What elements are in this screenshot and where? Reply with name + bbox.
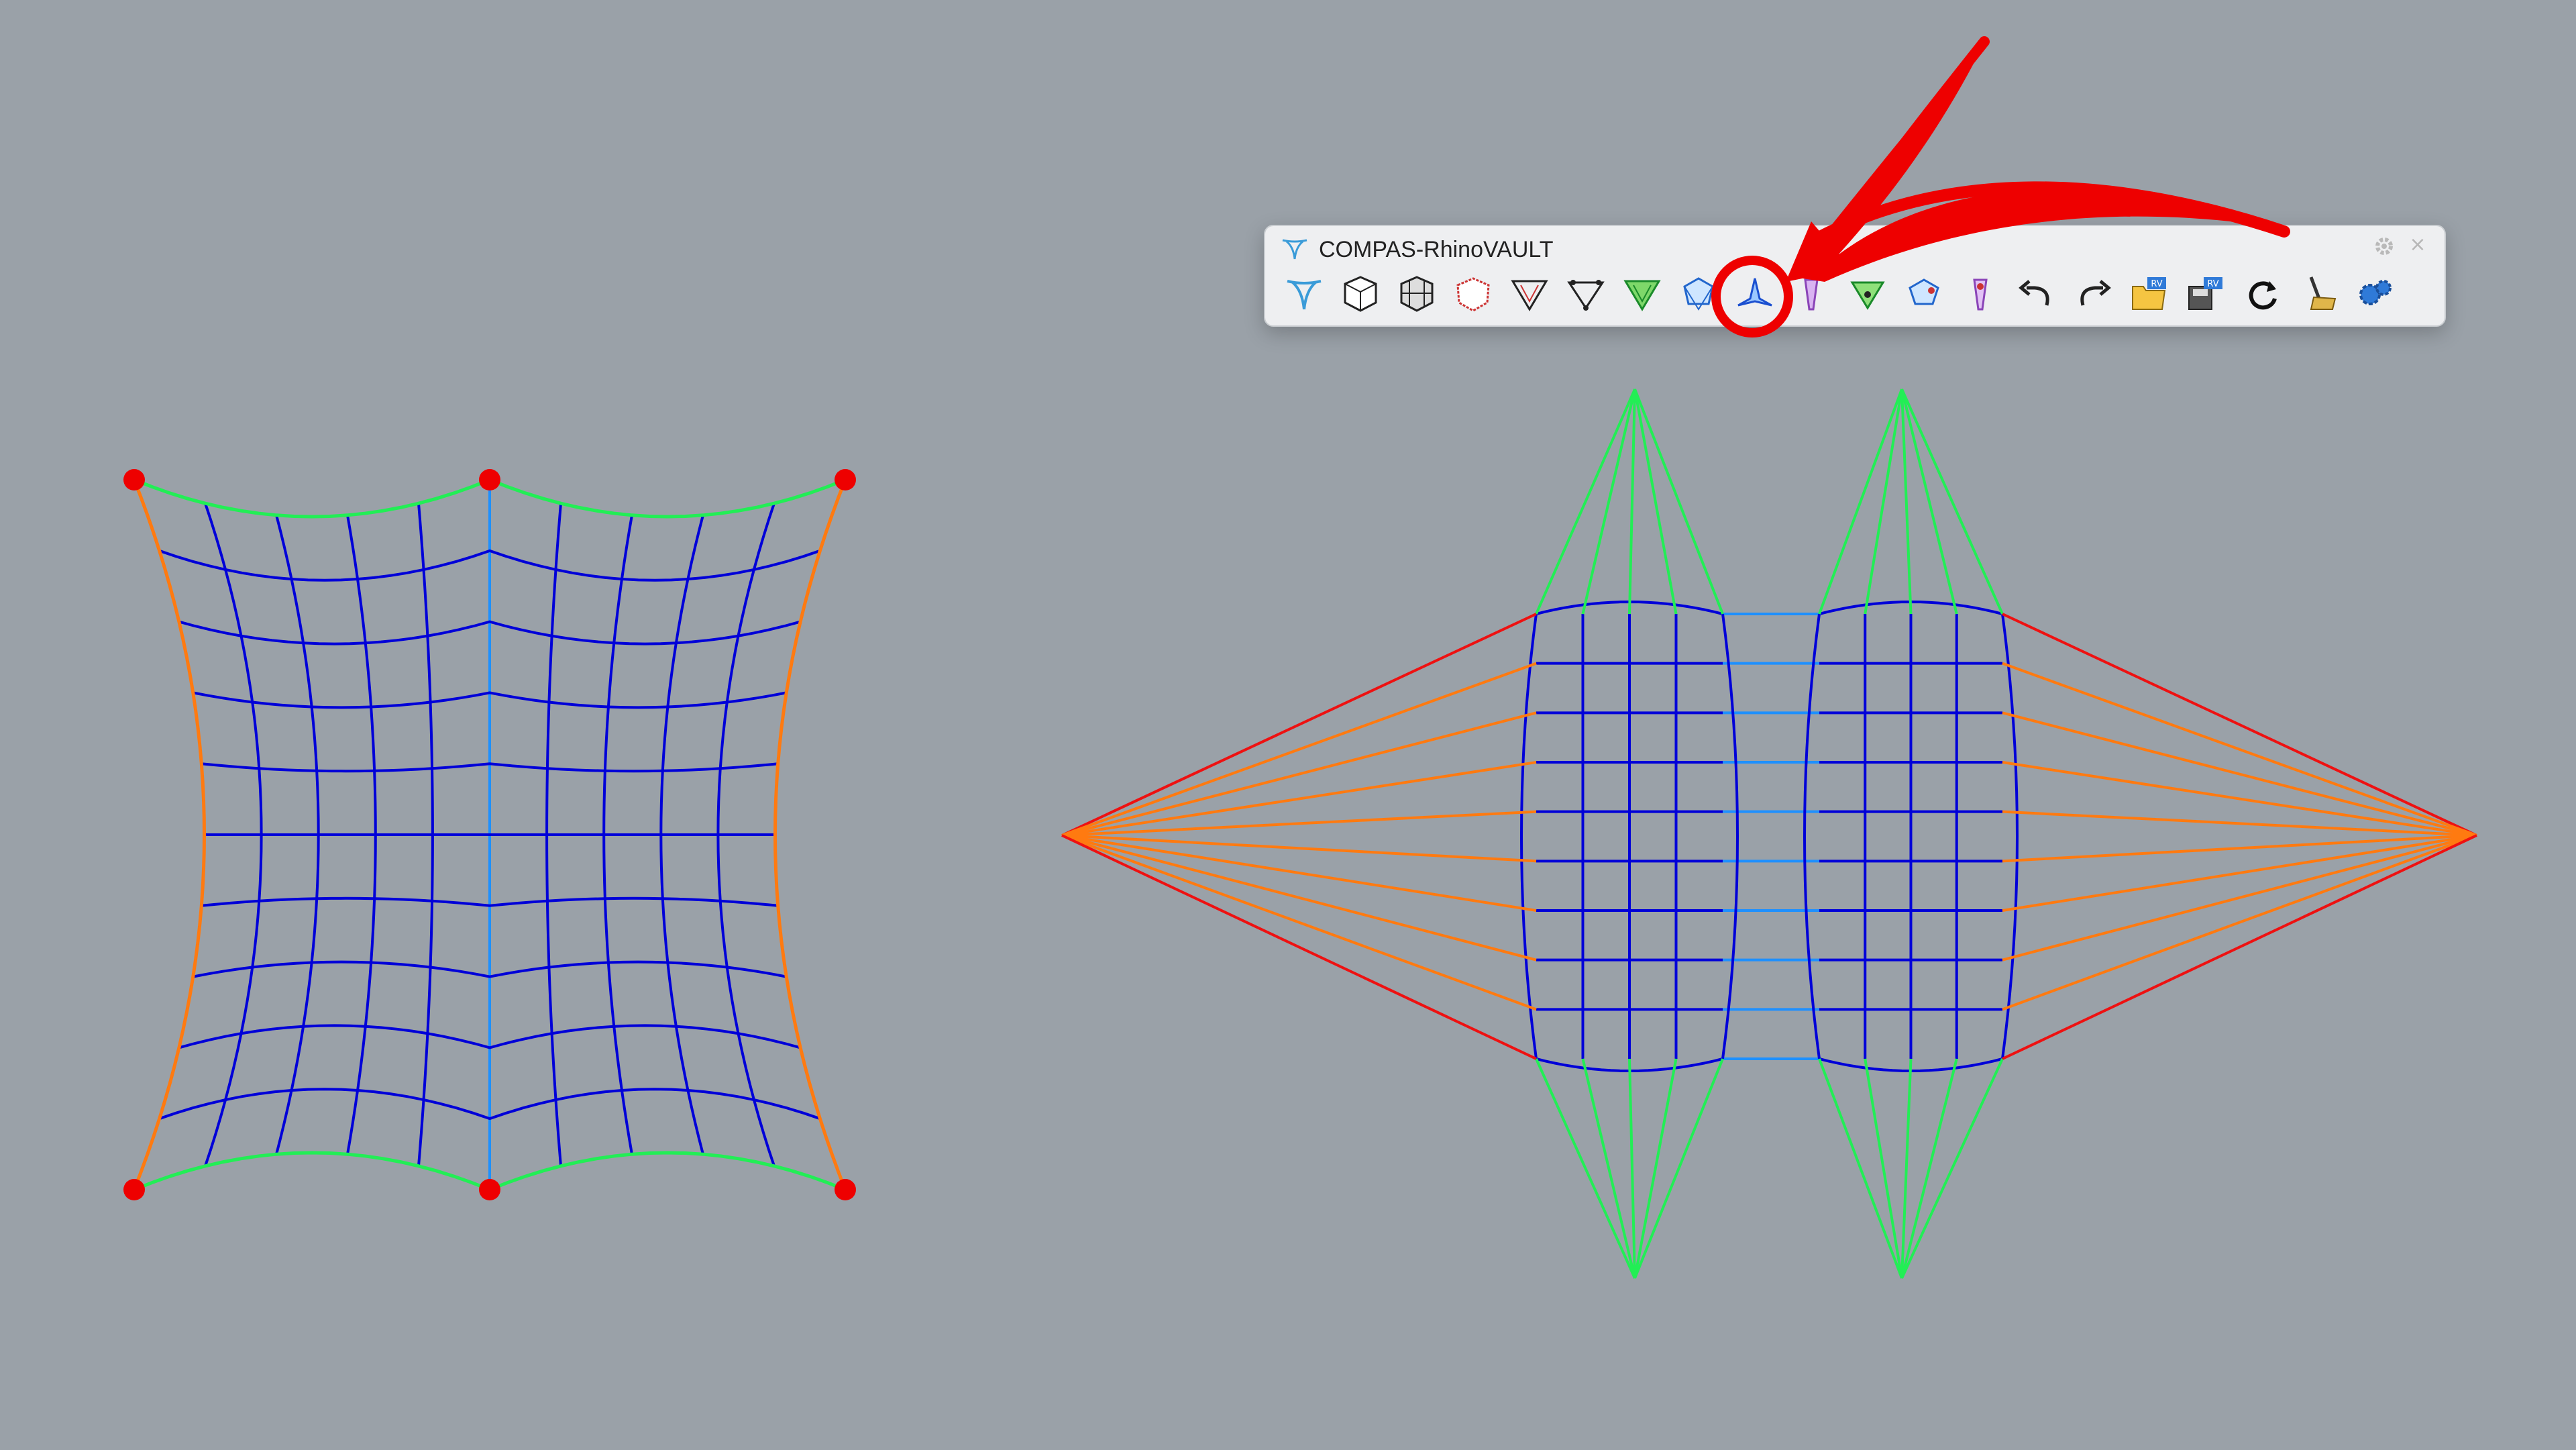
form-boundary-edge: [132, 479, 207, 1190]
force-fan-edge: [2002, 834, 2477, 863]
toolbar-button-force-diagram[interactable]: [1670, 269, 1727, 319]
toolbar-button-rhinovault-logo[interactable]: [1276, 269, 1332, 319]
force-fan-edge: [1061, 662, 1537, 837]
force-fan-edge: [1633, 389, 1724, 615]
force-fan-edge: [1581, 1058, 1636, 1279]
toolbar-button-form-pattern[interactable]: [1445, 269, 1501, 319]
modify-thrust-icon: [1973, 278, 1988, 311]
form-diagram-icon: [1623, 280, 1661, 311]
force-fan-edge: [1818, 389, 1903, 615]
force-mesh-line: [1721, 613, 1739, 1059]
toolbar-button-form-from-mesh[interactable]: [1389, 269, 1445, 319]
force-fan-edge: [1628, 1058, 1636, 1279]
rhinovault-logo-icon: [1282, 239, 1307, 260]
toolbar-button-redo[interactable]: [2065, 269, 2121, 319]
viewport-canvas[interactable]: [0, 0, 2576, 1450]
force-diagram[interactable]: [1061, 389, 2477, 1279]
toolbar-button-undo[interactable]: [2008, 269, 2065, 319]
force-fan-edge: [1061, 834, 1537, 912]
force-fan-edge: [1061, 834, 1537, 1011]
rhinovault-toolbar[interactable]: COMPAS-RhinoVAULT × RV RV: [1264, 225, 2446, 327]
close-icon[interactable]: ×: [2406, 233, 2430, 257]
support-point[interactable]: [123, 1179, 145, 1200]
vertical-equilibrium-icon: [1804, 278, 1819, 311]
force-fan-edge: [1581, 389, 1636, 615]
gear-icon[interactable]: [2372, 234, 2396, 258]
toolbar-button-reload[interactable]: [2234, 269, 2290, 319]
toolbar-button-form-diagram[interactable]: [1614, 269, 1670, 319]
settings-icon: [2359, 280, 2392, 305]
form-from-surface-icon: [1344, 276, 1377, 312]
support-point[interactable]: [479, 1179, 500, 1200]
support-point[interactable]: [835, 469, 856, 490]
toolbar-button-modify-force[interactable]: [1896, 269, 1952, 319]
modify-form-icon: [1850, 281, 1885, 310]
toolbar-button-save-session[interactable]: RV: [2178, 269, 2234, 319]
redo-icon: [2080, 280, 2111, 306]
open-session-icon: RV: [2132, 277, 2166, 310]
toolbar-button-form-supports[interactable]: [1558, 269, 1614, 319]
force-diagram-icon: [1683, 277, 1714, 311]
force-fan-edge: [1061, 834, 1537, 1060]
force-mesh-line: [1519, 613, 1538, 1059]
force-fan-edge: [2002, 834, 2477, 1060]
force-fan-edge: [1535, 389, 1636, 615]
toolbar-button-horizontal-equilibrium[interactable]: [1727, 269, 1783, 319]
svg-text:RV: RV: [2151, 279, 2162, 289]
reload-icon: [2249, 281, 2277, 310]
toolbar-button-form-from-surface[interactable]: [1332, 269, 1389, 319]
force-fan-edge: [1628, 389, 1636, 615]
force-mesh-line: [2001, 613, 2019, 1059]
toolbar-button-row: RV RV: [1276, 269, 2403, 319]
toolbar-button-vertical-equilibrium[interactable]: [1783, 269, 1839, 319]
support-point[interactable]: [835, 1179, 856, 1200]
toolbar-button-clear[interactable]: [2290, 269, 2347, 319]
force-fan-edge: [1061, 834, 1537, 962]
force-fan-edge: [1535, 1058, 1636, 1279]
force-fan-edge: [1061, 613, 1537, 837]
form-supports-icon: [1567, 280, 1605, 311]
force-fan-edge: [1633, 1058, 1724, 1279]
toolbar-button-modify-form[interactable]: [1839, 269, 1896, 319]
toolbar-button-open-session[interactable]: RV: [2121, 269, 2178, 319]
force-fan-edge: [1900, 1058, 2004, 1279]
force-fan-edge: [1818, 1058, 1903, 1279]
toolbar-title: COMPAS-RhinoVAULT: [1319, 236, 1554, 262]
toolbar-button-settings[interactable]: [2347, 269, 2403, 319]
save-session-icon: RV: [2188, 277, 2222, 310]
force-fan-edge: [2002, 834, 2477, 1011]
form-from-mesh-icon: [1400, 276, 1434, 312]
force-fan-edge: [1864, 1058, 1903, 1279]
form-boundary-edge: [773, 479, 847, 1190]
force-fan-edge: [1864, 389, 1903, 615]
rhinovault-logo-icon: [1287, 280, 1322, 310]
force-fan-edge: [1633, 389, 1678, 615]
force-mesh-line: [1803, 613, 1821, 1059]
modify-force-icon: [1909, 278, 1939, 305]
toolbar-button-form-boundary[interactable]: [1501, 269, 1558, 319]
force-fan-edge: [2002, 834, 2477, 962]
toolbar-button-modify-thrust[interactable]: [1952, 269, 2008, 319]
form-diagram[interactable]: [123, 469, 856, 1200]
force-fan-edge: [2002, 834, 2477, 912]
force-fan-edge: [2002, 613, 2477, 837]
undo-icon: [2019, 280, 2049, 306]
force-fan-edge: [1900, 389, 2004, 615]
force-fan-edge: [1061, 834, 1537, 863]
clear-icon: [2309, 276, 2337, 310]
force-fan-edge: [2002, 662, 2477, 837]
horizontal-equilibrium-icon: [1737, 278, 1772, 307]
support-point[interactable]: [479, 469, 500, 490]
support-point[interactable]: [123, 469, 145, 490]
toolbar-title-tab[interactable]: COMPAS-RhinoVAULT: [1280, 233, 1562, 266]
form-boundary-icon: [1511, 280, 1548, 311]
svg-text:RV: RV: [2207, 279, 2218, 289]
force-fan-edge: [1633, 1058, 1678, 1279]
form-pattern-icon: [1456, 277, 1490, 312]
